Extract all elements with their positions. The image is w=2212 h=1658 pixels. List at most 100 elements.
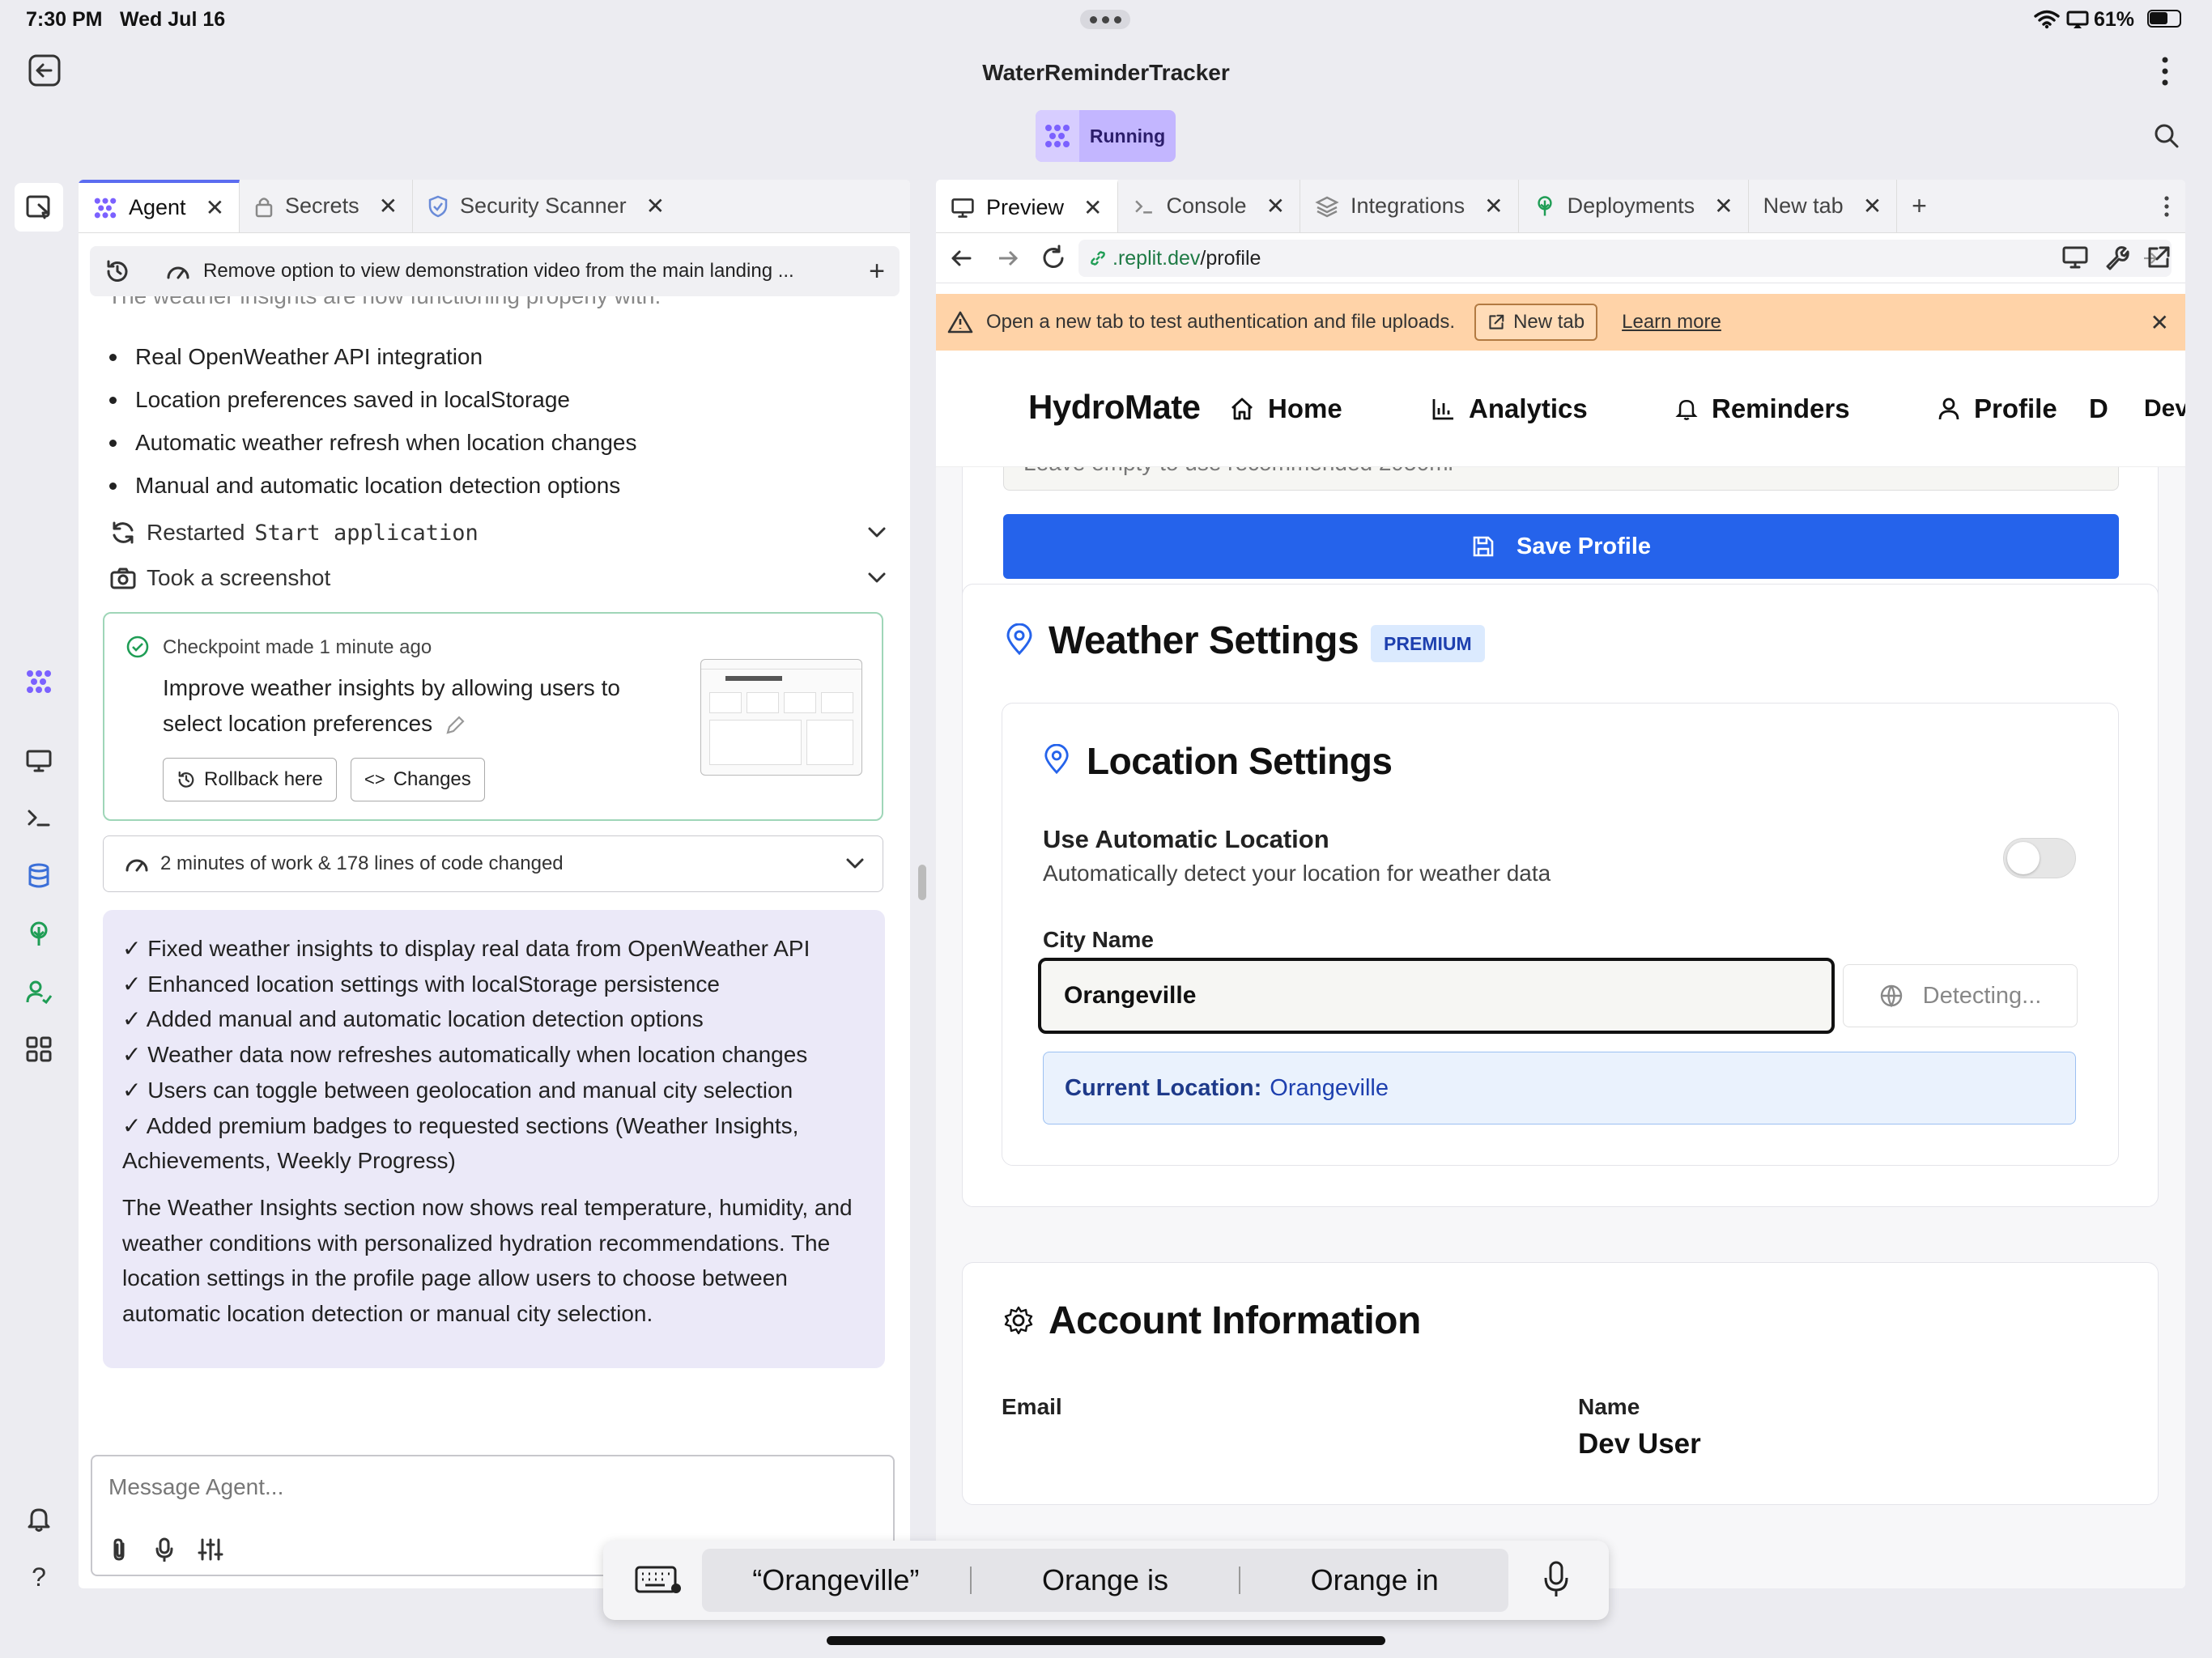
app-title: WaterReminderTracker [982,60,1230,85]
monitor-icon [951,198,974,218]
composer-input[interactable]: Message Agent... [108,1474,283,1500]
close-icon[interactable]: ✕ [379,193,398,219]
summary-item: ✓ Added manual and automatic location de… [122,1006,704,1032]
rail-help-button[interactable]: ? [15,1553,63,1601]
truncated-text: The weather insights are now functioning… [108,296,901,311]
dictation-microphone-icon[interactable] [1542,1560,1570,1599]
tab-label: Integrations [1351,193,1465,218]
summary-item: ✓ Weather data now refreshes automatical… [122,1042,808,1068]
city-name-input[interactable]: Orangeville [1038,958,1835,1034]
rail-preview-button[interactable] [15,737,63,785]
tab-new-tab[interactable]: New tab ✕ [1749,180,1898,232]
close-icon[interactable]: ✕ [1863,193,1882,219]
summary-item: ✓ Enhanced location settings with localS… [122,971,720,997]
tab-agent[interactable]: Agent ✕ [79,180,240,232]
nav-truncated[interactable]: D [2089,351,2108,467]
paperclip-icon[interactable] [108,1537,130,1562]
tab-label: Deployments [1567,193,1695,218]
close-icon[interactable]: ✕ [1266,193,1285,219]
chevron-down-icon[interactable] [867,526,887,539]
name-label: Name [1578,1394,1640,1419]
back-arrow-icon[interactable] [949,246,973,270]
add-tab-button[interactable]: + [1897,180,1942,232]
more-vertical-icon[interactable] [2157,55,2173,87]
tab-secrets[interactable]: Secrets ✕ [240,180,414,232]
rail-deployments-button[interactable] [15,910,63,959]
close-icon[interactable]: ✕ [206,194,224,221]
search-icon[interactable] [2154,123,2180,149]
summary-item: ✓ Fixed weather insights to display real… [122,936,810,961]
tab-security-scanner[interactable]: Security Scanner ✕ [413,180,679,232]
suggestion-item[interactable]: Orange in [1240,1563,1508,1597]
multitasking-dots-icon[interactable] [1080,10,1130,29]
rail-users-button[interactable] [15,968,63,1017]
close-icon[interactable]: ✕ [646,193,665,219]
settings-sliders-icon[interactable] [198,1537,223,1562]
bell-icon [28,1508,50,1532]
run-status-button[interactable]: Running [1036,110,1176,162]
nav-dev[interactable]: Dev [2144,351,2185,467]
pencil-icon[interactable] [444,714,466,737]
feature-list: Real OpenWeather API integration Locatio… [103,335,636,507]
suggestion-item[interactable]: Orange is [972,1563,1240,1597]
chevron-down-icon[interactable] [867,572,887,585]
current-task-bar[interactable]: Remove option to view demonstration vide… [90,246,900,296]
close-icon[interactable]: ✕ [2150,309,2169,336]
action-restarted[interactable]: Restarted Start application [109,513,887,552]
auto-location-toggle[interactable] [2003,838,2076,878]
list-item: Real OpenWeather API integration [103,335,636,378]
tab-label: Secrets [285,193,359,218]
city-name-label: City Name [1043,927,1154,952]
open-external-icon[interactable] [2146,244,2172,270]
chevron-down-icon[interactable] [845,857,865,870]
close-icon[interactable]: ✕ [1484,193,1503,219]
wrench-icon[interactable] [2104,244,2129,270]
changes-button[interactable]: <> Changes [351,758,485,801]
checkpoint-screenshot-thumbnail[interactable] [700,659,862,776]
tab-console[interactable]: Console ✕ [1118,180,1301,232]
rail-all-tools-button[interactable] [15,1025,63,1073]
nav-analytics[interactable]: Analytics [1431,351,1588,467]
history-icon[interactable] [104,258,130,284]
nav-reminders[interactable]: Reminders [1674,351,1850,467]
panel-resize-handle[interactable] [918,865,926,900]
suggestion-item[interactable]: “Orangeville” [702,1563,970,1597]
microphone-icon[interactable] [154,1537,175,1562]
nav-profile[interactable]: Profile [1937,351,2057,467]
tab-integrations[interactable]: Integrations ✕ [1300,180,1519,232]
weather-settings-title: Weather Settings [1049,619,1359,662]
current-task-text: Remove option to view demonstration vide… [203,260,794,282]
rollback-button[interactable]: Rollback here [163,758,337,801]
detect-location-button[interactable]: Detecting... [1843,964,2078,1027]
rail-database-button[interactable] [15,852,63,900]
close-icon[interactable]: ✕ [1714,193,1733,219]
action-screenshot[interactable]: Took a screenshot [109,559,887,597]
check-circle-icon [126,636,149,658]
work-summary-row[interactable]: 2 minutes of work & 178 lines of code ch… [103,835,883,892]
nav-label: Profile [1974,393,2057,423]
open-new-tab-button[interactable]: New tab [1474,304,1598,341]
learn-more-link[interactable]: Learn more [1622,311,1721,334]
status-bar: 7:30 PM Wed Jul 16 61% [0,0,2212,39]
save-profile-button[interactable]: Save Profile [1003,514,2119,579]
location-settings-title: Location Settings [1087,740,1393,782]
shield-icon [428,195,448,217]
tab-deployments[interactable]: Deployments ✕ [1519,180,1749,232]
more-vertical-icon[interactable] [2163,194,2171,219]
rail-alerts-button[interactable] [15,1494,63,1543]
home-indicator[interactable] [827,1636,1385,1645]
keyboard-icon[interactable] [634,1563,683,1596]
url-field[interactable]: .replit.dev /profile [1078,240,2172,277]
toggle-sidebar-button[interactable] [15,183,63,232]
rail-agent-button[interactable] [15,657,63,706]
rail-console-button[interactable] [15,793,63,842]
tab-preview[interactable]: Preview ✕ [936,180,1118,232]
plus-icon[interactable]: + [869,256,885,287]
close-icon[interactable]: ✕ [1083,194,1102,221]
reload-icon[interactable] [1040,244,1067,272]
device-preview-icon[interactable] [2061,244,2089,270]
daily-goal-input[interactable]: Leave empty to use recommended 2950ml [1003,467,2119,491]
forward-arrow-icon[interactable] [996,246,1020,270]
nav-home[interactable]: Home [1229,351,1342,467]
site-brand[interactable]: HydroMate [1028,388,1201,427]
